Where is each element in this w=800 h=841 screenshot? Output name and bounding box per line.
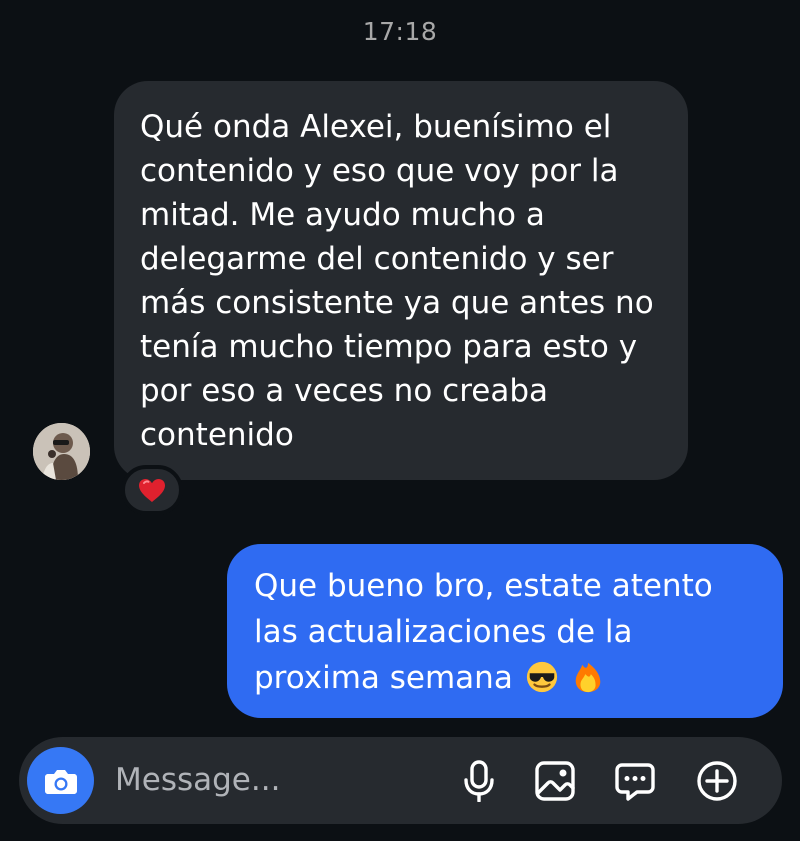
microphone-button[interactable] (455, 757, 503, 805)
outgoing-message-content: Que bueno bro, estate atento las actuali… (254, 563, 761, 701)
sender-avatar[interactable] (33, 423, 90, 480)
microphone-icon (464, 760, 494, 802)
gallery-icon (535, 761, 575, 801)
message-input[interactable] (115, 757, 435, 803)
camera-button[interactable] (27, 747, 94, 814)
outgoing-message-bubble[interactable]: Que bueno bro, estate atento las actuali… (227, 544, 783, 718)
sticker-chat-icon (615, 763, 655, 801)
incoming-message-bubble[interactable]: Qué onda Alexei, buenísimo el contenido … (114, 81, 688, 480)
direct-message-thread: 17:18 Qué onda Alexei, buenísimo el cont… (0, 0, 800, 841)
sticker-chat-button[interactable] (611, 757, 659, 805)
smiling-face-with-sunglasses-icon (526, 661, 557, 693)
plus-icon (697, 761, 737, 801)
outgoing-message-text: Que bueno bro, estate atento las actuali… (254, 568, 713, 696)
message-reaction[interactable] (121, 465, 183, 515)
message-timestamp: 17:18 (362, 17, 438, 46)
add-button[interactable] (693, 757, 741, 805)
heart-icon (139, 478, 165, 502)
avatar-photo-icon (33, 423, 90, 480)
camera-icon (44, 769, 77, 794)
fire-icon (575, 662, 600, 693)
incoming-message-text: Qué onda Alexei, buenísimo el contenido … (140, 109, 654, 453)
gallery-button[interactable] (531, 757, 579, 805)
message-composer (19, 737, 782, 824)
